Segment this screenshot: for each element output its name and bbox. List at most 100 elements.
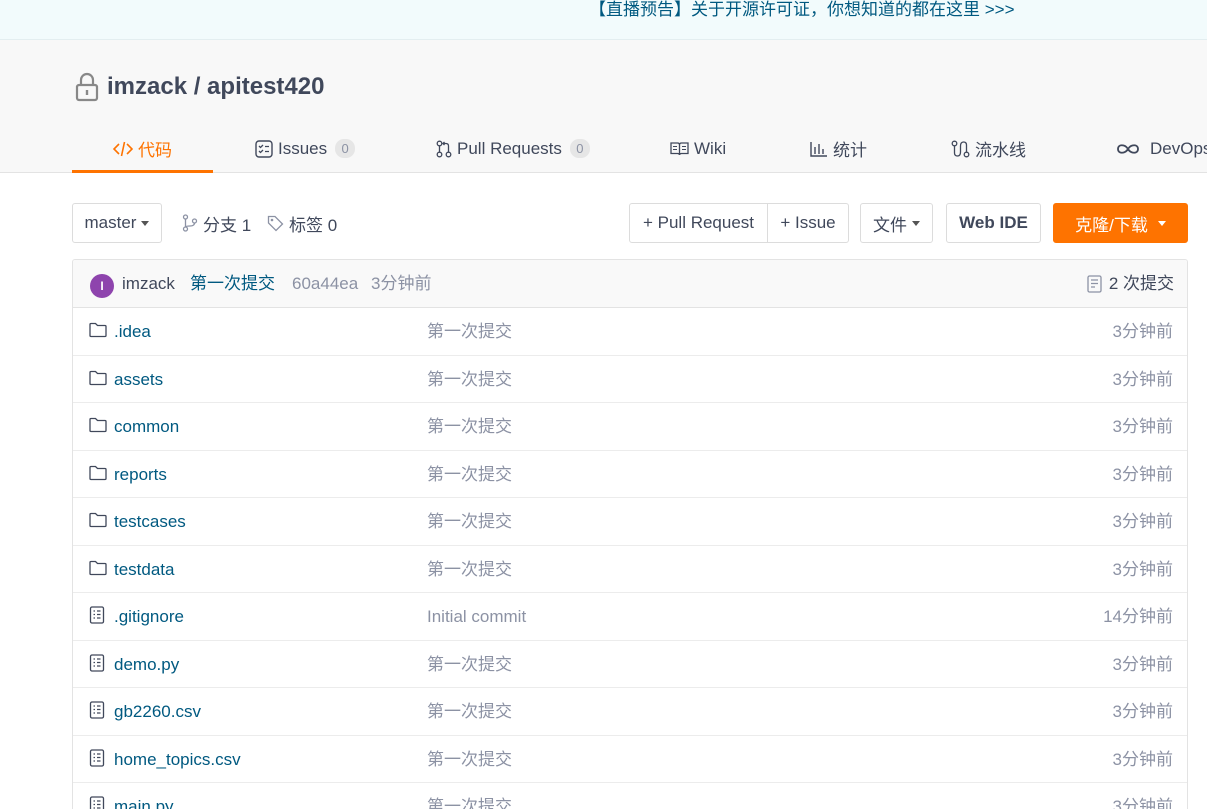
commit-author[interactable]: imzack: [122, 260, 175, 308]
file-commit-time: 3分钟前: [1112, 512, 1173, 531]
branches-link[interactable]: 分支 1: [182, 203, 251, 243]
announcement-banner: 【直播预告】关于开源许可证，你想知道的都在这里 >>>: [0, 0, 1207, 40]
file-icon: [89, 606, 105, 629]
tab-issues[interactable]: Issues 0: [255, 124, 356, 173]
file-commit-message[interactable]: 第一次提交: [427, 498, 512, 545]
file-commit-message[interactable]: 第一次提交: [427, 688, 512, 735]
chevron-down-icon: [1157, 220, 1166, 226]
file-commit-message[interactable]: 第一次提交: [427, 403, 512, 450]
repo-toolbar: master 分支 1 标签 0 + Pull Request + Issue …: [72, 203, 1188, 243]
repo-title: imzack / apitest420: [73, 71, 324, 103]
table-row[interactable]: common 第一次提交 3分钟前: [73, 403, 1187, 451]
web-ide-button[interactable]: Web IDE: [946, 203, 1041, 243]
tab-label: Issues: [278, 138, 328, 158]
chevron-down-icon: [912, 220, 920, 226]
table-row[interactable]: testdata 第一次提交 3分钟前: [73, 546, 1187, 593]
file-commit-time: 3分钟前: [1112, 559, 1173, 579]
tab-code[interactable]: 代码: [72, 124, 213, 173]
branches-count: 分支 1: [203, 215, 252, 235]
file-commit-time: 3分钟前: [1112, 417, 1173, 436]
file-name-link[interactable]: main.py: [114, 783, 174, 809]
file-name-link[interactable]: home_topics.csv: [114, 736, 241, 783]
avatar[interactable]: I: [90, 274, 114, 298]
file-name-link[interactable]: assets: [114, 356, 163, 403]
folder-icon: [89, 370, 107, 391]
file-name-link[interactable]: demo.py: [114, 641, 179, 688]
tab-pull-requests[interactable]: Pull Requests 0: [436, 124, 590, 173]
tab-stats[interactable]: 统计: [810, 124, 867, 173]
table-row[interactable]: assets 第一次提交 3分钟前: [73, 356, 1187, 403]
file-name-link[interactable]: common: [114, 403, 179, 450]
file-commit-message[interactable]: 第一次提交: [427, 308, 512, 355]
file-commit-time: 3分钟前: [1112, 702, 1173, 721]
tag-icon: [267, 215, 284, 231]
table-row[interactable]: .gitignore Initial commit 14分钟前: [73, 593, 1187, 641]
issues-count-badge: 0: [335, 139, 356, 158]
announcement-link[interactable]: 【直播预告】关于开源许可证，你想知道的都在这里 >>>: [589, 0, 1015, 20]
commit-time: 3分钟前: [371, 274, 432, 293]
tab-label: Pull Requests: [457, 138, 562, 158]
file-name-link[interactable]: gb2260.csv: [114, 688, 201, 735]
repo-header: imzack / apitest420 代码 Issues 0 Pull Req…: [0, 40, 1207, 173]
active-tab-indicator: [72, 170, 213, 173]
folder-icon: [89, 322, 107, 343]
file-commit-message[interactable]: 第一次提交: [427, 641, 512, 688]
repo-name[interactable]: imzack / apitest420: [107, 73, 324, 101]
tab-label: 统计: [833, 141, 867, 160]
file-name-link[interactable]: .idea: [114, 308, 151, 355]
file-name-link[interactable]: testcases: [114, 498, 186, 545]
file-icon: [89, 653, 105, 677]
tags-count: 标签 0: [289, 215, 338, 235]
tab-label: 流水线: [975, 141, 1026, 160]
commit-message[interactable]: 第一次提交: [190, 260, 275, 308]
file-commit-message[interactable]: 第一次提交: [427, 451, 512, 498]
tab-pipeline[interactable]: 流水线: [951, 124, 1026, 173]
pull-request-icon: [436, 140, 452, 157]
table-row[interactable]: gb2260.csv 第一次提交 3分钟前: [73, 688, 1187, 736]
branch-select[interactable]: master: [72, 203, 162, 243]
tab-devops[interactable]: DevOps: [1115, 124, 1207, 173]
file-dropdown-button[interactable]: 文件: [860, 203, 933, 243]
issues-icon: [255, 139, 273, 158]
file-icon: [89, 701, 105, 724]
table-row[interactable]: demo.py 第一次提交 3分钟前: [73, 641, 1187, 688]
infinity-icon: [1117, 143, 1139, 154]
branch-icon: [182, 214, 198, 232]
file-icon: [89, 748, 105, 772]
commit-count-link[interactable]: 2 次提交: [1087, 260, 1174, 308]
new-issue-label: + Issue: [780, 213, 836, 232]
tab-label: Wiki: [694, 138, 727, 158]
file-commit-time: 3分钟前: [1112, 369, 1173, 389]
table-row[interactable]: .idea 第一次提交 3分钟前: [73, 308, 1187, 356]
clone-download-button[interactable]: 克隆/下载: [1053, 203, 1188, 243]
web-ide-label: Web IDE: [959, 213, 1028, 232]
file-commit-message[interactable]: Initial commit: [427, 593, 526, 640]
file-list: I imzack 第一次提交 60a44ea 3分钟前 2 次提交 .idea 第…: [72, 259, 1188, 809]
branch-select-label: master: [84, 213, 137, 232]
table-row[interactable]: home_topics.csv 第一次提交 3分钟前: [73, 736, 1187, 783]
table-row[interactable]: main.py 第一次提交 3分钟前: [73, 783, 1187, 809]
table-row[interactable]: reports 第一次提交 3分钟前: [73, 451, 1187, 498]
new-pull-request-label: + Pull Request: [642, 213, 755, 232]
commit-hash[interactable]: 60a44ea: [292, 260, 358, 308]
pull-requests-count-badge: 0: [569, 139, 590, 158]
new-issue-button[interactable]: + Issue: [767, 203, 849, 243]
file-commit-message[interactable]: 第一次提交: [427, 356, 512, 403]
folder-icon: [89, 417, 107, 438]
tags-link[interactable]: 标签 0: [267, 203, 337, 243]
file-commit-time: 3分钟前: [1112, 749, 1173, 769]
file-name-link[interactable]: reports: [114, 451, 167, 498]
file-name-link[interactable]: testdata: [114, 546, 175, 593]
book-icon: [670, 141, 689, 155]
file-commit-message[interactable]: 第一次提交: [427, 546, 512, 593]
table-row[interactable]: testcases 第一次提交 3分钟前: [73, 498, 1187, 546]
tab-label: DevOps: [1150, 138, 1207, 158]
clone-download-label: 克隆/下载: [1075, 215, 1148, 235]
file-commit-time: 3分钟前: [1112, 322, 1173, 341]
file-name-link[interactable]: .gitignore: [114, 593, 184, 640]
new-pull-request-button[interactable]: + Pull Request: [629, 203, 768, 243]
tab-wiki[interactable]: Wiki: [670, 124, 726, 173]
file-commit-message[interactable]: 第一次提交: [427, 783, 512, 809]
latest-commit-bar: I imzack 第一次提交 60a44ea 3分钟前 2 次提交: [73, 260, 1187, 308]
file-commit-message[interactable]: 第一次提交: [427, 736, 512, 783]
